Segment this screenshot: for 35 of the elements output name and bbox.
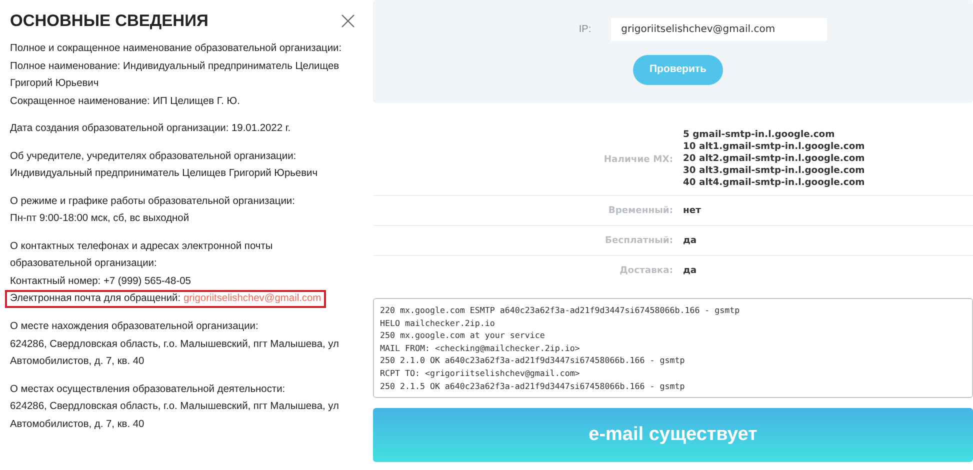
info-text: О месте нахождения образовательной организации: [10,320,260,334]
info-text: Дата создания образовательной организации: 19.01.2022 г. [10,122,292,136]
result-label: Бесплатный: [604,234,673,248]
close-icon[interactable] [341,14,355,28]
info-text: Полное и сокращенное наименование образовательной организации: [10,42,343,56]
info-text: 624286, Свердловская область, г.о. Малышевский, пгт Малышева, ул Автомобилистов, д. 7, кв. 40 [10,400,340,432]
info-text: О местах осуществления образовательной деятельности: [10,382,286,396]
field-label: IP: [578,23,592,37]
contact-label: Электронная почта для обращений: [10,293,181,304]
result-label: Временный: [607,204,673,218]
mx-record: 40 alt4.gmail-smtp-in.l.google.com [683,177,866,189]
mx-record: 20 alt2.gmail-smtp-in.l.google.com [683,153,866,165]
result-value: да [683,264,698,278]
info-text: Сокращенное наименование: ИП Целищев Г. Ю. [10,94,241,108]
result-label: Доставка: [618,264,673,278]
mx-record: 10 alt1.gmail-smtp-in.l.google.com [683,141,866,153]
info-text: Об учредителе, учредителях образовательной организации: [10,150,298,164]
info-text: Пн-пт 9:00-18:00 мск, сб, вс выходной [10,212,190,226]
result-value: да [683,234,698,248]
info-text: Полное наименование: Индивидуальный предприниматель Целищев Григорий Юрьевич [10,60,340,91]
email-input-field[interactable]: grigoriitselishchev@gmail.com [611,18,828,41]
email-link[interactable]: grigoriitselishchev@gmail.com [183,293,322,304]
check-button[interactable]: Проверить [633,55,723,85]
result-value: нет [683,204,702,218]
info-text: О режиме и графике работы образовательной организации: [10,194,296,208]
smtp-log: 220 mx.google.com ESMTP a640c23a62f3a-ad21f9d3447si67458066b.166 - gsmtp HELO mailchecker.2ip.io 250 mx.google.com at your service MAIL FROM: <checking@mailchecker.2ip.io> 250 2.1.0 OK a640c23a62f3a-ad21f9d3447si67458066b.166 - gsmtp RCPT TO: <grigoriitselishchev@gmail.com> 250 2.1.5 OK a640c23a62f3a-ad21f9d3447si67458066b.166 - gsmtp [373,298,973,398]
info-text: Контактный номер: +7 (999) 565-48-05 [10,274,192,288]
result-label: Наличие MX: [602,153,673,167]
panel-title: ОСНОВНЫЕ СВЕДЕНИЯ [10,11,208,32]
info-text: О контактных телефонах и адресах электронной почты образовательной организации: [10,240,274,271]
mx-record: 30 alt3.gmail-smtp-in.l.google.com [683,165,866,177]
info-text: Индивидуальный предприниматель Целищев Григорий Юрьевич [10,167,319,181]
info-text: 624286, Свердловская область, г.о. Малышевский, пгт Малышева, ул Автомобилистов, д. 7, кв. 40 [10,338,340,369]
mx-record: 5 gmail-smtp-in.l.google.com [683,129,836,141]
result-banner: e-mail существует [373,408,973,462]
